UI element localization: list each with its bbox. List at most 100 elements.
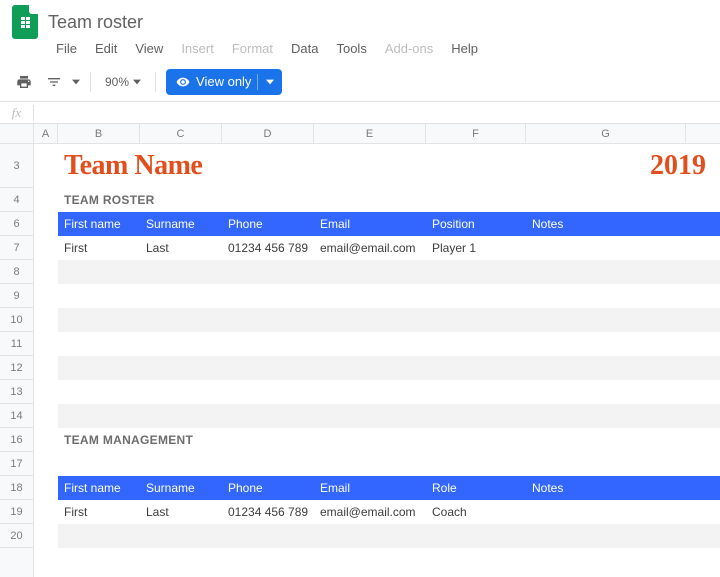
table-row: First Last 01234 456 789 email@email.com… <box>34 500 720 524</box>
cell[interactable]: Player 1 <box>426 236 526 260</box>
cells-area[interactable]: Team Name 2019 TEAM ROSTER First name Su… <box>34 144 720 577</box>
col-phone[interactable]: Phone <box>222 476 314 500</box>
cell[interactable]: email@email.com <box>314 500 426 524</box>
cell[interactable]: Last <box>140 236 222 260</box>
col-header[interactable]: C <box>140 124 222 143</box>
separator <box>155 72 156 92</box>
section-roster[interactable]: TEAM ROSTER <box>58 188 258 212</box>
cell[interactable]: email@email.com <box>314 236 426 260</box>
col-header[interactable]: D <box>222 124 314 143</box>
row-headers: 3 4 6 7 8 9 10 11 12 13 14 16 17 18 19 2… <box>0 144 34 577</box>
chevron-down-icon[interactable] <box>72 78 80 86</box>
row-header[interactable]: 8 <box>0 260 33 284</box>
row-header[interactable]: 20 <box>0 524 33 548</box>
row-header[interactable]: 16 <box>0 428 33 452</box>
table-row[interactable] <box>34 524 720 548</box>
toolbar: 90% View only <box>0 62 720 102</box>
col-header[interactable]: E <box>314 124 426 143</box>
chevron-down-icon <box>266 78 274 86</box>
col-notes[interactable]: Notes <box>526 476 686 500</box>
table-row[interactable] <box>34 452 720 476</box>
row-header[interactable]: 13 <box>0 380 33 404</box>
menu-tools[interactable]: Tools <box>328 39 374 58</box>
menu-help[interactable]: Help <box>443 39 486 58</box>
col-role[interactable]: Role <box>426 476 526 500</box>
menu-file[interactable]: File <box>48 39 85 58</box>
table-header-row: First name Surname Phone Email Role Note… <box>34 476 720 500</box>
table-row[interactable] <box>34 404 720 428</box>
col-email[interactable]: Email <box>314 476 426 500</box>
row-header[interactable]: 12 <box>0 356 33 380</box>
cell[interactable] <box>526 500 686 524</box>
spreadsheet-grid: 3 4 6 7 8 9 10 11 12 13 14 16 17 18 19 2… <box>0 124 720 577</box>
titlebar: Team roster <box>0 0 720 36</box>
filter-icon[interactable] <box>42 70 66 94</box>
print-icon[interactable] <box>12 70 36 94</box>
table-row: Team Name 2019 <box>34 144 720 188</box>
row-header[interactable]: 19 <box>0 500 33 524</box>
row-header[interactable]: 6 <box>0 212 33 236</box>
menu-addons[interactable]: Add-ons <box>377 39 441 58</box>
cell[interactable]: First <box>58 236 140 260</box>
col-position[interactable]: Position <box>426 212 526 236</box>
table-row[interactable] <box>34 260 720 284</box>
cell[interactable]: First <box>58 500 140 524</box>
col-email[interactable]: Email <box>314 212 426 236</box>
separator <box>90 72 91 92</box>
document-title[interactable]: Team roster <box>48 12 143 33</box>
table-header-row: First name Surname Phone Email Position … <box>34 212 720 236</box>
table-row[interactable] <box>34 380 720 404</box>
zoom-select[interactable]: 90% <box>101 75 145 89</box>
menubar: File Edit View Insert Format Data Tools … <box>0 36 720 62</box>
column-headers: A B C D E F G <box>34 124 720 144</box>
menu-data[interactable]: Data <box>283 39 326 58</box>
col-phone[interactable]: Phone <box>222 212 314 236</box>
col-header[interactable]: G <box>526 124 686 143</box>
table-row[interactable] <box>34 308 720 332</box>
menu-format[interactable]: Format <box>224 39 281 58</box>
col-header[interactable]: F <box>426 124 526 143</box>
row-header[interactable]: 10 <box>0 308 33 332</box>
table-row[interactable] <box>34 332 720 356</box>
col-header[interactable]: B <box>58 124 140 143</box>
row-header[interactable]: 7 <box>0 236 33 260</box>
menu-view[interactable]: View <box>127 39 171 58</box>
row-header[interactable]: 3 <box>0 144 33 188</box>
table-row: First Last 01234 456 789 email@email.com… <box>34 236 720 260</box>
view-only-button[interactable]: View only <box>166 69 282 95</box>
col-header[interactable]: A <box>34 124 58 143</box>
col-surname[interactable]: Surname <box>140 212 222 236</box>
menu-insert[interactable]: Insert <box>173 39 222 58</box>
table-row: TEAM ROSTER <box>34 188 720 212</box>
row-header[interactable]: 9 <box>0 284 33 308</box>
year-title[interactable]: 2019 <box>334 150 720 182</box>
cell[interactable] <box>526 236 686 260</box>
col-notes[interactable]: Notes <box>526 212 686 236</box>
zoom-value: 90% <box>105 75 129 89</box>
menu-edit[interactable]: Edit <box>87 39 125 58</box>
fx-label: fx <box>0 105 34 121</box>
sheets-icon[interactable] <box>12 5 38 39</box>
select-all-corner[interactable] <box>0 124 34 144</box>
row-header[interactable]: 18 <box>0 476 33 500</box>
team-name-title[interactable]: Team Name <box>58 150 334 182</box>
table-row[interactable] <box>34 284 720 308</box>
row-header[interactable]: 4 <box>0 188 33 212</box>
cell[interactable]: Last <box>140 500 222 524</box>
col-first[interactable]: First name <box>58 212 140 236</box>
row-header[interactable]: 17 <box>0 452 33 476</box>
chevron-down-icon <box>133 78 141 86</box>
row-header[interactable]: 11 <box>0 332 33 356</box>
table-row: TEAM MANAGEMENT <box>34 428 720 452</box>
cell[interactable]: Coach <box>426 500 526 524</box>
eye-icon <box>176 75 190 89</box>
section-management[interactable]: TEAM MANAGEMENT <box>58 428 278 452</box>
col-first[interactable]: First name <box>58 476 140 500</box>
table-row[interactable] <box>34 356 720 380</box>
col-surname[interactable]: Surname <box>140 476 222 500</box>
formula-bar: fx <box>0 102 720 124</box>
cell[interactable]: 01234 456 789 <box>222 236 314 260</box>
cell[interactable]: 01234 456 789 <box>222 500 314 524</box>
row-header[interactable]: 14 <box>0 404 33 428</box>
view-only-label: View only <box>196 74 251 89</box>
